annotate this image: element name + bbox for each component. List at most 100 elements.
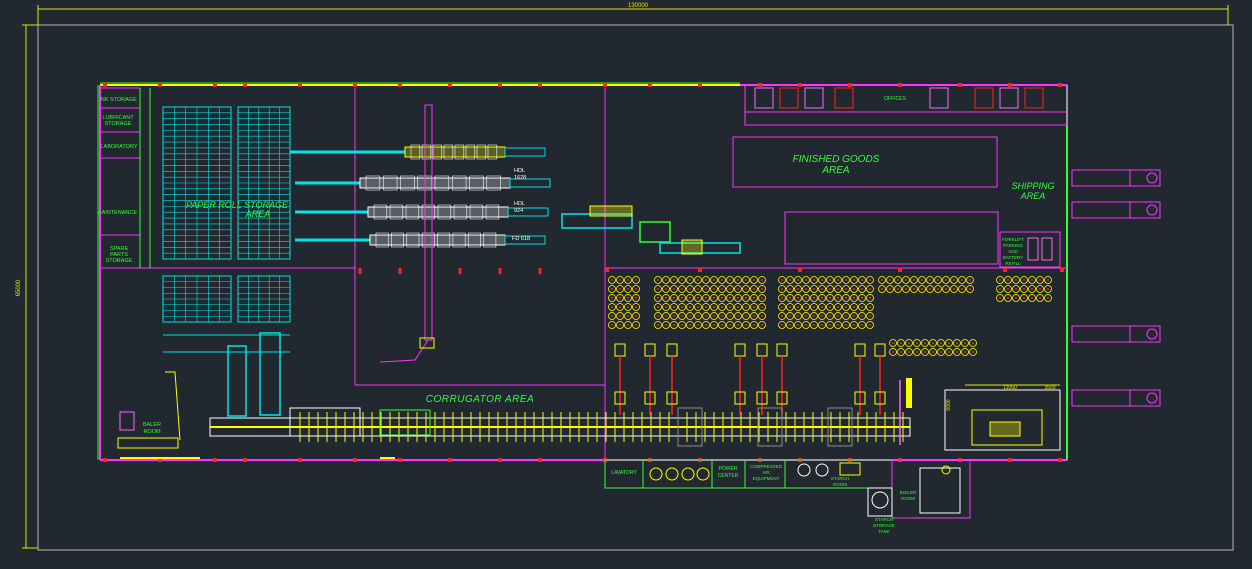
roll-stand-center bbox=[705, 324, 707, 326]
roll-stand-center bbox=[705, 279, 707, 281]
die-cutter-unit bbox=[681, 239, 703, 255]
dimension-1: 11050 bbox=[1003, 385, 1017, 391]
roll-stand-center bbox=[861, 288, 863, 290]
roll-stand-center bbox=[745, 288, 747, 290]
roll-stand-center bbox=[821, 279, 823, 281]
roll-stand-center bbox=[657, 315, 659, 317]
roll-stand-center bbox=[813, 297, 815, 299]
roll-stand-center bbox=[737, 288, 739, 290]
roll-stand-center bbox=[611, 324, 613, 326]
roll-stand-center bbox=[861, 324, 863, 326]
roll-stand-center bbox=[1015, 288, 1017, 290]
roll-stand-center bbox=[821, 324, 823, 326]
roll-stand-center bbox=[821, 315, 823, 317]
roll-stand-center bbox=[781, 297, 783, 299]
roll-stand-center bbox=[853, 288, 855, 290]
roll-stand-center bbox=[681, 306, 683, 308]
roll-stand-center bbox=[745, 297, 747, 299]
roll-stand-center bbox=[619, 306, 621, 308]
roll-stand-center bbox=[673, 315, 675, 317]
roll-stand-center bbox=[697, 279, 699, 281]
power-center-equipment bbox=[649, 467, 710, 481]
roll-stand-center bbox=[627, 297, 629, 299]
roll-stand-center bbox=[1047, 288, 1049, 290]
splicer bbox=[666, 343, 678, 357]
roll-stand-center bbox=[689, 279, 691, 281]
column bbox=[398, 83, 402, 87]
roll-stand-center bbox=[1023, 297, 1025, 299]
roll-stand-center bbox=[627, 306, 629, 308]
column bbox=[538, 268, 542, 274]
roll-stand-center bbox=[821, 306, 823, 308]
column bbox=[848, 83, 852, 87]
roll-stand-center bbox=[829, 297, 831, 299]
roll-stand-center bbox=[999, 279, 1001, 281]
roll-stand-center bbox=[789, 315, 791, 317]
paper-storage-label-2: AREA bbox=[245, 209, 271, 219]
forklift-label-2: PARKING bbox=[1003, 243, 1023, 248]
roll-stand-center bbox=[829, 288, 831, 290]
roll-stand-center bbox=[853, 306, 855, 308]
roll-stand-center bbox=[905, 288, 907, 290]
transfer-unit bbox=[589, 205, 633, 217]
roll-stand-center bbox=[953, 279, 955, 281]
roll-stand-center bbox=[813, 306, 815, 308]
dimension-2: 3500 bbox=[1044, 385, 1055, 391]
roll-stand-center bbox=[961, 279, 963, 281]
column bbox=[358, 268, 362, 274]
splicer bbox=[734, 343, 746, 357]
ink-storage-label: INK STORAGE bbox=[99, 97, 137, 103]
left-service-rooms bbox=[99, 87, 1067, 460]
office-room bbox=[834, 87, 854, 109]
corrugator-label: CORRUGATOR AREA bbox=[426, 394, 534, 405]
paper-roll-racks bbox=[162, 106, 291, 417]
roll-stand-center bbox=[861, 306, 863, 308]
compressed-air-label-2: AIR bbox=[762, 470, 770, 475]
roll-stand-center bbox=[845, 288, 847, 290]
hdl-1-label: HDL bbox=[514, 168, 525, 174]
truck-cab bbox=[1146, 392, 1158, 404]
roll-stand-center bbox=[753, 288, 755, 290]
roll-stand-center bbox=[761, 324, 763, 326]
roll-stand-center bbox=[737, 324, 739, 326]
roll-stand-center bbox=[929, 288, 931, 290]
roll-stand-center bbox=[729, 324, 731, 326]
column bbox=[103, 83, 107, 87]
roll-stand-center bbox=[697, 297, 699, 299]
roll-stand-center bbox=[897, 279, 899, 281]
column bbox=[353, 83, 357, 87]
roll-stand-center bbox=[681, 324, 683, 326]
roll-stand-center bbox=[972, 342, 974, 344]
roll-stand-center bbox=[837, 324, 839, 326]
roll-stand-center bbox=[805, 324, 807, 326]
column bbox=[958, 83, 962, 87]
truck-docks bbox=[1071, 169, 1161, 407]
roll-stand-center bbox=[627, 315, 629, 317]
roll-stand-center bbox=[805, 297, 807, 299]
baler-label-2: ROOM bbox=[143, 429, 161, 435]
roll-stand-center bbox=[673, 306, 675, 308]
roll-stand-center bbox=[665, 279, 667, 281]
dimension-3: 6000 bbox=[946, 399, 952, 410]
roll-stand-center bbox=[737, 315, 739, 317]
roll-stand-center bbox=[869, 288, 871, 290]
splicer bbox=[756, 343, 768, 357]
column bbox=[243, 458, 247, 462]
converting-machines bbox=[359, 144, 741, 255]
roll-stand-center bbox=[737, 279, 739, 281]
roll-stand-center bbox=[813, 288, 815, 290]
truck-cab bbox=[1146, 204, 1158, 216]
roll-stand-center bbox=[611, 279, 613, 281]
roll-stand-center bbox=[953, 288, 955, 290]
starch-room-label-2: ROOM bbox=[833, 482, 847, 487]
roll-stand-center bbox=[721, 279, 723, 281]
office-room bbox=[779, 87, 799, 109]
office-room bbox=[999, 87, 1019, 109]
laboratory-label: LABORATORY bbox=[101, 144, 138, 150]
roll-stand-center bbox=[681, 279, 683, 281]
roll-stand-center bbox=[635, 306, 637, 308]
hdl-2-label: HDL bbox=[514, 201, 525, 207]
roll-stand-center bbox=[635, 279, 637, 281]
roll-stand-center bbox=[781, 306, 783, 308]
finished-goods-label: FINISHED GOODS bbox=[793, 154, 880, 165]
